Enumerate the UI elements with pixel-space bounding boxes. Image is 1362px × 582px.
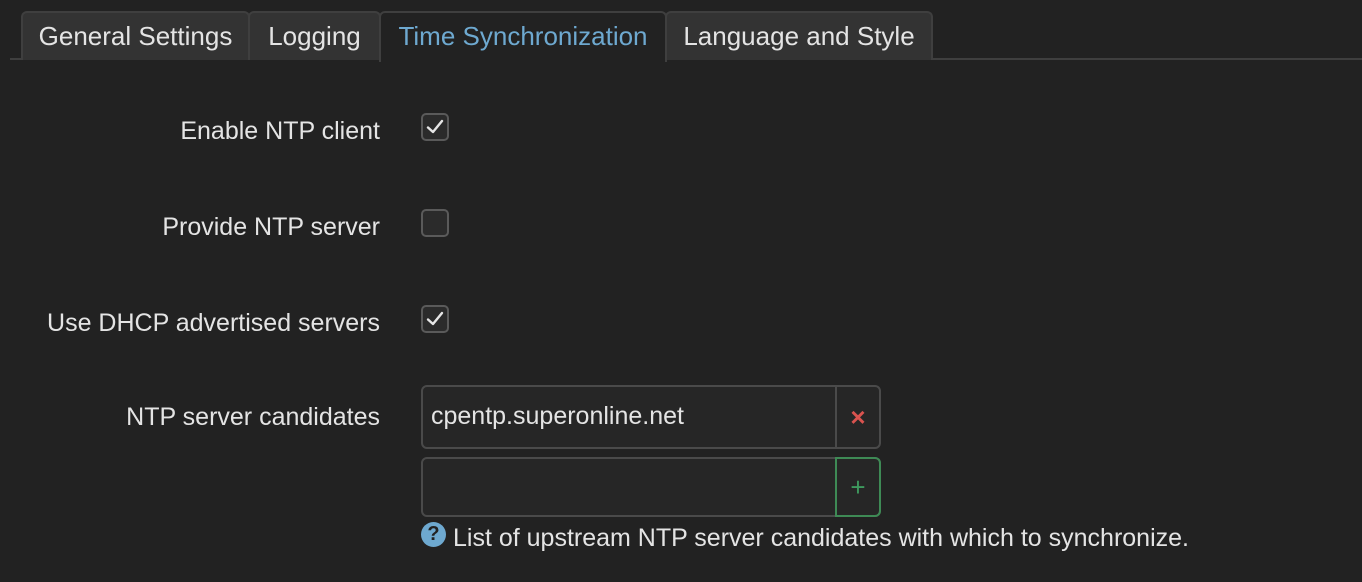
- ntp-candidates-help: ? List of upstream NTP server candidates…: [421, 522, 1189, 553]
- ntp-candidate-new-entry: +: [421, 457, 881, 517]
- question-icon: ?: [421, 522, 446, 547]
- ntp-candidate-value[interactable]: cpentp.superonline.net: [423, 387, 835, 447]
- tab-logging[interactable]: Logging: [248, 11, 381, 60]
- tab-time-synchronization[interactable]: Time Synchronization: [379, 11, 667, 62]
- enable-ntp-client-label: Enable NTP client: [180, 117, 380, 145]
- provide-ntp-server-checkbox[interactable]: [421, 209, 449, 237]
- tab-general-settings[interactable]: General Settings: [21, 11, 250, 60]
- system-settings-page: General Settings Logging Time Synchroniz…: [0, 0, 1362, 582]
- checkmark-icon: [426, 311, 444, 326]
- provide-ntp-server-label: Provide NTP server: [162, 213, 380, 241]
- use-dhcp-servers-checkbox[interactable]: [421, 305, 449, 333]
- add-candidate-button[interactable]: +: [835, 457, 881, 517]
- plus-icon: +: [850, 472, 866, 502]
- close-icon: ×: [850, 402, 866, 432]
- enable-ntp-client-checkbox[interactable]: [421, 113, 449, 141]
- ntp-candidate-entry: cpentp.superonline.net ×: [421, 385, 881, 449]
- tab-bar: General Settings Logging Time Synchroniz…: [10, 10, 1362, 62]
- help-text: List of upstream NTP server candidates w…: [453, 524, 1189, 552]
- tab-language-and-style[interactable]: Language and Style: [665, 11, 933, 60]
- remove-candidate-button[interactable]: ×: [835, 387, 879, 447]
- use-dhcp-servers-label: Use DHCP advertised servers: [47, 309, 380, 337]
- new-candidate-input[interactable]: [423, 459, 835, 515]
- checkmark-icon: [426, 119, 444, 134]
- ntp-server-candidates-label: NTP server candidates: [126, 403, 380, 431]
